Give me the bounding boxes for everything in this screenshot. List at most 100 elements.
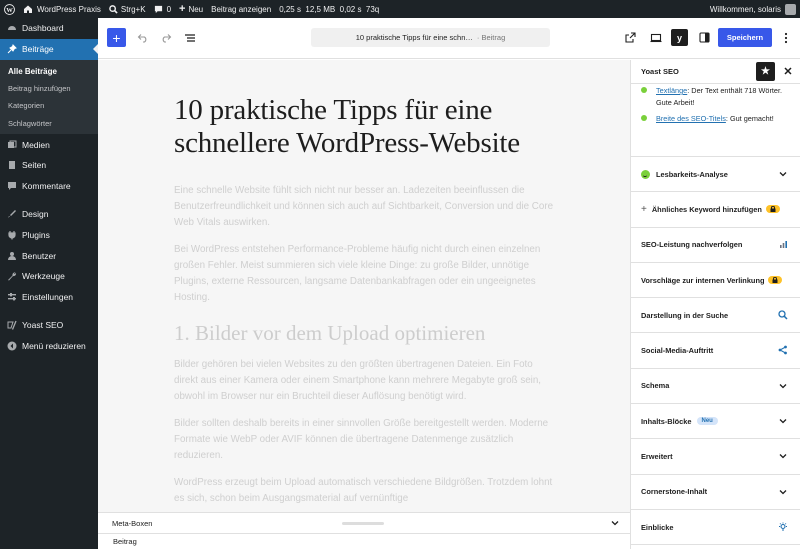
- undo-button[interactable]: [133, 28, 152, 47]
- sidebar-item-label: Menü reduzieren: [22, 340, 86, 351]
- sidebar-item-dashboard[interactable]: Dashboard: [0, 18, 98, 39]
- chevron-down-icon: [777, 486, 789, 498]
- user-icon: [6, 250, 17, 261]
- wordpress-logo-icon[interactable]: W: [0, 0, 19, 18]
- redo-icon: [162, 33, 171, 43]
- sidebar-item-media[interactable]: Medien: [0, 134, 98, 155]
- submenu-tags[interactable]: Schlagwörter: [0, 115, 98, 132]
- sidebar-item-pages[interactable]: Seiten: [0, 155, 98, 176]
- paragraph-block[interactable]: WordPress erzeugt beim Upload automatisc…: [174, 475, 554, 507]
- submenu-add-post[interactable]: Beitrag hinzufügen: [0, 80, 98, 97]
- options-menu-button[interactable]: [776, 28, 795, 47]
- document-bar[interactable]: 10 praktische Tipps für eine schn… · Bei…: [311, 28, 550, 47]
- section-readability[interactable]: Lesbarkeits-Analyse: [631, 157, 800, 193]
- collapse-icon: [6, 340, 17, 351]
- panel-header: Yoast SEO ★ ✕: [631, 60, 800, 84]
- sidebar-item-settings[interactable]: Einstellungen: [0, 287, 98, 308]
- section-label: Cornerstone-Inhalt: [641, 487, 708, 497]
- section-label: Social-Media-Auftritt: [641, 346, 714, 356]
- chevron-down-icon: [777, 450, 789, 462]
- sidebar-item-design[interactable]: Design: [0, 204, 98, 225]
- sidebar-item-label: Seiten: [22, 160, 47, 171]
- section-advanced[interactable]: Erweitert: [631, 439, 800, 475]
- save-button[interactable]: Speichern: [718, 28, 772, 47]
- site-name-link[interactable]: WordPress Praxis: [19, 0, 105, 18]
- paragraph-block[interactable]: Eine schnelle Website fühlt sich nicht n…: [174, 183, 554, 231]
- submenu-categories[interactable]: Kategorien: [0, 97, 98, 114]
- query-monitor-stats[interactable]: 0,25 s 12,5 MB 0,02 s 73q: [275, 0, 383, 18]
- view-post-link[interactable]: Beitrag anzeigen: [207, 0, 275, 18]
- paragraph-block[interactable]: Bei WordPress entstehen Performance-Prob…: [174, 242, 554, 306]
- section-label: Erweitert: [641, 452, 673, 462]
- settings-sidebar-toggle[interactable]: [695, 28, 714, 47]
- bar-chart-icon: [777, 239, 789, 251]
- view-post-button[interactable]: [621, 28, 640, 47]
- yoast-sidebar-toggle[interactable]: y: [671, 29, 688, 46]
- section-schema[interactable]: Schema: [631, 369, 800, 405]
- command-search[interactable]: Strg+K: [105, 0, 150, 18]
- section-label: Inhalts-Blöcke: [641, 416, 692, 426]
- editor-canvas[interactable]: 10 praktische Tipps für eine schnellere …: [98, 60, 630, 512]
- sidebar-item-label: Einstellungen: [22, 292, 74, 303]
- device-preview-button[interactable]: [646, 28, 665, 47]
- brush-icon: [6, 208, 17, 219]
- heading-block[interactable]: 1. Bilder vor dem Upload optimieren: [174, 321, 554, 346]
- sidebar-item-users[interactable]: Benutzer: [0, 245, 98, 266]
- section-internal-linking[interactable]: Vorschläge zur internen Verlinkung: [631, 263, 800, 299]
- block-inserter-button[interactable]: +: [107, 28, 126, 47]
- section-seo-performance[interactable]: SEO-Leistung nachverfolgen: [631, 228, 800, 263]
- page-icon: [6, 160, 17, 171]
- user-account-menu[interactable]: Willkommen, solaris: [706, 0, 800, 18]
- posts-submenu: Alle Beiträge Beitrag hinzufügen Kategor…: [0, 59, 98, 135]
- close-panel-button[interactable]: ✕: [781, 62, 795, 81]
- wrench-icon: [6, 271, 17, 282]
- comments-link[interactable]: 0: [150, 0, 175, 18]
- sidebar-item-yoast-seo[interactable]: Yoast SEO: [0, 315, 98, 336]
- new-content-link[interactable]: + Neu: [175, 0, 207, 18]
- section-social[interactable]: Social-Media-Auftritt: [631, 333, 800, 369]
- chevron-down-icon: [777, 168, 789, 180]
- resize-handle[interactable]: [342, 522, 384, 525]
- sidebar-item-plugins[interactable]: Plugins: [0, 224, 98, 245]
- sidebar-item-label: Dashboard: [22, 23, 64, 34]
- status-dot-good: [641, 87, 647, 93]
- document-overview-button[interactable]: [180, 28, 199, 47]
- paragraph-block[interactable]: Bilder sollten deshalb bereits in einer …: [174, 416, 554, 464]
- section-label: Lesbarkeits-Analyse: [656, 169, 728, 179]
- pin-icon: [6, 44, 17, 55]
- sidebar-item-tools[interactable]: Werkzeuge: [0, 266, 98, 287]
- breadcrumb[interactable]: Beitrag: [113, 537, 137, 546]
- result-link[interactable]: Textlänge: [656, 86, 687, 95]
- view-post-label: Beitrag anzeigen: [211, 4, 272, 14]
- section-label: Vorschläge zur internen Verlinkung: [641, 275, 765, 285]
- editor-footer: Beitrag: [98, 533, 630, 549]
- plus-icon: +: [112, 29, 121, 46]
- redo-button[interactable]: [156, 28, 175, 47]
- paragraph-block[interactable]: Bilder gehören bei vielen Websites zu de…: [174, 357, 554, 405]
- post-title[interactable]: 10 praktische Tipps für eine schnellere …: [174, 94, 554, 160]
- meta-boxes-bar[interactable]: Meta-Boxen: [98, 512, 630, 533]
- sidebar-item-label: Design: [22, 208, 49, 219]
- undo-icon: [137, 33, 146, 43]
- avatar: [785, 3, 796, 15]
- collapse-menu-button[interactable]: Menü reduzieren: [0, 335, 98, 356]
- sidebar-item-label: Beiträge: [22, 44, 54, 55]
- result-item: Breite des SEO-Titels: Gut gemacht!: [641, 113, 792, 125]
- section-cornerstone[interactable]: Cornerstone-Inhalt: [631, 475, 800, 510]
- plugin-icon: [6, 229, 17, 240]
- section-insights[interactable]: Einblicke: [631, 510, 800, 546]
- sidebar-item-posts[interactable]: Beiträge: [0, 38, 98, 60]
- comment-icon: [6, 181, 17, 192]
- section-search-appearance[interactable]: Darstellung in der Suche: [631, 298, 800, 334]
- site-name: WordPress Praxis: [37, 4, 101, 14]
- section-related-keyword[interactable]: + Ähnliches Keyword hinzufügen: [631, 192, 800, 228]
- sidebar-item-comments[interactable]: Kommentare: [0, 176, 98, 197]
- submenu-all-posts[interactable]: Alle Beiträge: [0, 63, 98, 80]
- pin-sidebar-button[interactable]: ★: [756, 62, 775, 81]
- lock-icon: [768, 276, 783, 285]
- sidebar-item-label: Medien: [22, 139, 50, 150]
- result-link[interactable]: Breite des SEO-Titels: [656, 114, 726, 123]
- chevron-down-icon[interactable]: [610, 518, 620, 530]
- section-content-blocks[interactable]: Inhalts-Blöcke Neu: [631, 404, 800, 440]
- sidebar-icon: [699, 32, 710, 43]
